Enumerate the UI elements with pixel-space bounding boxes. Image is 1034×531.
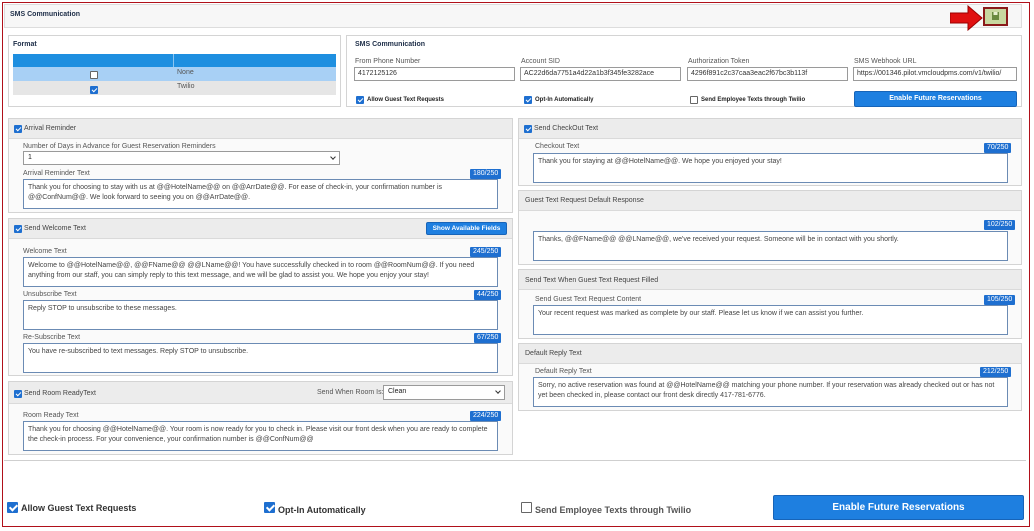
request-filled-char-count: 105/250: [984, 295, 1016, 305]
guest-default-title: Guest Text Request Default Response: [525, 197, 644, 204]
unsubscribe-text-label: Unsubscribe Text: [23, 291, 77, 298]
from-phone-input[interactable]: 4172125126: [354, 67, 515, 81]
auth-token-label: Authorization Token: [688, 58, 750, 65]
welcome-text-label: Welcome Text: [23, 248, 67, 255]
chevron-down-icon: [330, 154, 336, 160]
request-filled-text-label: Send Guest Text Request Content: [535, 296, 642, 303]
footer-opt-in-checkbox[interactable]: [264, 502, 275, 513]
format-none-label: None: [177, 69, 194, 76]
show-available-fields-button[interactable]: Show Available Fields: [426, 222, 507, 235]
default-reply-header: [519, 344, 1021, 364]
resubscribe-char-count: 67/250: [474, 333, 502, 343]
default-reply-panel: Default Reply Text Default Reply Text 21…: [518, 343, 1022, 411]
footer-employee-texts-label: Send Employee Texts through Twilio: [535, 505, 692, 515]
default-reply-title: Default Reply Text: [525, 350, 582, 357]
guest-default-char-count: 102/250: [984, 220, 1016, 230]
request-filled-panel: Send Text When Guest Text Request Filled…: [518, 269, 1022, 339]
auth-token-input[interactable]: 4296f891c2c37caa3eac2f67bc3b113f: [687, 67, 848, 81]
room-ready-char-count: 224/250: [470, 411, 502, 421]
send-when-label: Send When Room Is:: [317, 389, 384, 396]
checkout-title: Send CheckOut Text: [534, 125, 599, 132]
footer-opt-in-label: Opt-In Automatically: [278, 505, 366, 515]
resubscribe-textarea[interactable]: You have re-subscribed to text messages.…: [23, 343, 498, 373]
checkout-panel: Send CheckOut Text Checkout Text 70/250 …: [518, 118, 1022, 186]
days-advance-label: Number of Days in Advance for Guest Rese…: [23, 143, 216, 150]
save-icon: [992, 12, 999, 20]
guest-default-textarea[interactable]: Thanks, @@FName@@ @@LName@@, we've recei…: [533, 231, 1008, 261]
from-phone-label: From Phone Number: [355, 58, 421, 65]
arrow-pointer-icon: [950, 5, 983, 31]
checkout-text-label: Checkout Text: [535, 143, 580, 150]
welcome-panel: Send Welcome Text Show Available Fields …: [8, 218, 513, 376]
employee-texts-label: Send Employee Texts through Twilio: [701, 97, 806, 103]
footer-allow-guest-label: Allow Guest Text Requests: [21, 503, 137, 513]
arrival-text-label: Arrival Reminder Text: [23, 170, 90, 177]
format-panel: Format None Twilio: [8, 35, 341, 107]
opt-in-checkbox[interactable]: [524, 96, 532, 104]
account-sid-input[interactable]: AC22d6da7751a4d22a1b3f345fe3282ace: [520, 67, 681, 81]
arrival-textarea[interactable]: Thank you for choosing to stay with us a…: [23, 179, 498, 209]
allow-guest-checkbox[interactable]: [356, 96, 364, 104]
format-title: Format: [13, 41, 37, 48]
unsubscribe-textarea[interactable]: Reply STOP to unsubscribe to these messa…: [23, 300, 498, 330]
welcome-checkbox[interactable]: [14, 225, 22, 233]
default-reply-char-count: 212/250: [980, 367, 1012, 377]
format-twilio-checkbox[interactable]: [90, 86, 98, 94]
footer-employee-texts-checkbox[interactable]: [521, 502, 532, 513]
chevron-down-icon: [495, 388, 501, 394]
format-twilio-label: Twilio: [177, 83, 195, 90]
days-advance-select[interactable]: 1: [23, 151, 340, 165]
checkout-char-count: 70/250: [984, 143, 1012, 153]
footer-divider: [4, 460, 1026, 461]
footer-enable-future-reservations-button[interactable]: Enable Future Reservations: [773, 495, 1024, 520]
resubscribe-text-label: Re-Subscribe Text: [23, 334, 81, 341]
room-ready-panel: Send Room ReadyText Send When Room Is: C…: [8, 381, 513, 455]
format-table-divider: [173, 54, 174, 67]
format-none-checkbox[interactable]: [90, 71, 98, 79]
days-advance-value: 1: [28, 154, 32, 161]
webhook-url-label: SMS Webhook URL: [854, 58, 917, 65]
welcome-title: Send Welcome Text: [24, 225, 86, 232]
enable-future-reservations-button[interactable]: Enable Future Reservations: [854, 91, 1017, 107]
employee-texts-checkbox[interactable]: [690, 96, 698, 104]
save-button[interactable]: [983, 7, 1008, 26]
arrival-panel: Arrival Reminder Number of Days in Advan…: [8, 118, 513, 213]
arrival-checkbox[interactable]: [14, 125, 22, 133]
footer-allow-guest-checkbox[interactable]: [7, 502, 18, 513]
arrival-char-count: 180/250: [470, 169, 502, 179]
allow-guest-label: Allow Guest Text Requests: [367, 97, 444, 103]
default-reply-text-label: Default Reply Text: [535, 368, 592, 375]
page-title: SMS Communication: [10, 11, 81, 18]
room-ready-title: Send Room ReadyText: [24, 390, 96, 397]
room-ready-textarea[interactable]: Thank you for choosing @@HotelName@@. Yo…: [23, 421, 498, 451]
send-when-value: Clean: [388, 388, 407, 395]
format-row-twilio[interactable]: Twilio: [13, 81, 336, 95]
page-header: [4, 4, 1022, 28]
checkout-checkbox[interactable]: [524, 125, 532, 133]
arrival-title: Arrival Reminder: [24, 125, 77, 132]
opt-in-label: Opt-In Automatically: [535, 97, 594, 103]
unsubscribe-char-count: 44/250: [474, 290, 502, 300]
guest-default-panel: Guest Text Request Default Response 102/…: [518, 190, 1022, 265]
sms-title: SMS Communication: [355, 41, 426, 48]
checkout-textarea[interactable]: Thank you for staying at @@HotelName@@. …: [533, 153, 1008, 183]
request-filled-textarea[interactable]: Your recent request was marked as comple…: [533, 305, 1008, 335]
format-table-header: [13, 54, 336, 67]
arrival-header: [9, 119, 512, 139]
format-row-none[interactable]: None: [13, 67, 336, 81]
room-ready-checkbox[interactable]: [14, 390, 22, 398]
send-when-select[interactable]: Clean: [383, 385, 505, 400]
welcome-textarea[interactable]: Welcome to @@HotelName@@, @@FName@@ @@LN…: [23, 257, 498, 287]
request-filled-title: Send Text When Guest Text Request Filled: [525, 277, 659, 284]
webhook-url-input[interactable]: https://001346.pilot.vmcloudpms.com/v1/t…: [853, 67, 1017, 81]
sms-panel: SMS Communication From Phone Number 4172…: [346, 35, 1022, 107]
account-sid-label: Account SID: [521, 58, 560, 65]
room-ready-text-label: Room Ready Text: [23, 412, 79, 419]
default-reply-textarea[interactable]: Sorry, no active reservation was found a…: [533, 377, 1008, 407]
welcome-char-count: 245/250: [470, 247, 502, 257]
